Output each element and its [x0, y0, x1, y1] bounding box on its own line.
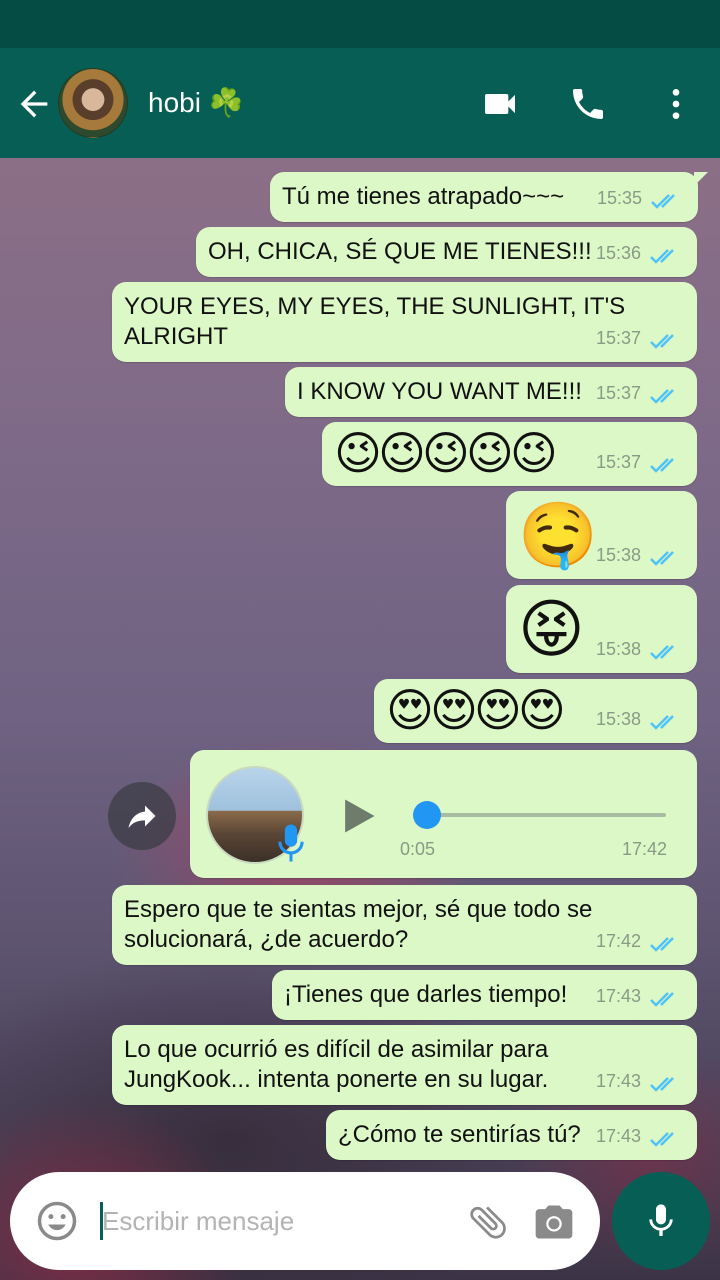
message-input[interactable]: Escribir mensaje	[102, 1206, 294, 1237]
message-time: 15:37	[595, 328, 641, 348]
voice-progress-knob[interactable]	[412, 801, 441, 829]
mic-icon	[278, 824, 304, 862]
double-check-icon	[650, 1077, 674, 1092]
message-time: 15:35	[596, 188, 642, 208]
back-arrow-icon[interactable]	[14, 84, 54, 124]
double-check-icon	[651, 194, 675, 209]
message-time: 15:38	[595, 545, 641, 565]
double-check-icon	[650, 458, 674, 473]
voice-note-bubble[interactable]: 0:05 17:42	[190, 750, 697, 878]
voice-elapsed: 0:05	[400, 839, 436, 859]
more-vert-icon[interactable]	[656, 84, 696, 124]
chat-header: hobi ☘️	[0, 48, 720, 158]
message-bubble[interactable]: 🤤 15:38	[506, 491, 697, 579]
message-bubble[interactable]: OH, CHICA, SÉ QUE ME TIENES!!! 15:36	[196, 227, 697, 277]
message-bubble[interactable]: ¿Cómo te sentirías tú? 17:43	[326, 1110, 697, 1160]
emoji-text: 😍😍😍😍	[386, 684, 566, 736]
message-time: 15:38	[595, 709, 641, 729]
contact-avatar[interactable]	[58, 68, 128, 138]
forward-button[interactable]	[108, 782, 176, 850]
forward-icon	[128, 805, 156, 828]
message-input-bar: Escribir mensaje	[10, 1172, 600, 1270]
message-time: 17:43	[595, 1071, 641, 1091]
voice-time: 17:42	[621, 839, 667, 859]
double-check-icon	[650, 389, 674, 404]
message-time: 15:37	[595, 452, 641, 472]
message-bubble[interactable]: Lo que ocurrió es difícil de asimilar pa…	[112, 1025, 697, 1105]
message-bubble[interactable]: YOUR EYES, MY EYES, THE SUNLIGHT, IT'S A…	[112, 282, 697, 362]
double-check-icon	[650, 334, 674, 349]
bubble-tail	[694, 172, 708, 186]
double-check-icon	[650, 992, 674, 1007]
contact-name[interactable]: hobi ☘️	[148, 86, 244, 119]
double-check-icon	[650, 1132, 674, 1147]
camera-icon[interactable]	[532, 1200, 576, 1244]
emoji-icon[interactable]	[36, 1200, 78, 1242]
message-time: 15:36	[595, 243, 641, 263]
message-bubble[interactable]: 😉😉😉😉😉 15:37	[322, 422, 697, 486]
voice-record-button[interactable]	[612, 1172, 710, 1270]
double-check-icon	[650, 249, 674, 264]
message-bubble[interactable]: 😝 15:38	[506, 585, 697, 673]
message-bubble[interactable]: Tú me tienes atrapado~~~ 15:35	[270, 172, 708, 222]
double-check-icon	[650, 715, 674, 730]
voice-progress-track[interactable]	[414, 813, 666, 817]
message-bubble[interactable]: I KNOW YOU WANT ME!!! 15:37	[285, 367, 697, 417]
status-bar	[0, 0, 720, 48]
message-bubble[interactable]: ¡Tienes que darles tiempo! 17:43	[272, 970, 697, 1020]
message-time: 15:37	[595, 383, 641, 403]
mic-icon	[649, 1204, 673, 1236]
phone-icon[interactable]	[568, 84, 608, 124]
message-bubble[interactable]: 😍😍😍😍 15:38	[374, 679, 697, 743]
message-time: 17:43	[595, 1126, 641, 1146]
video-call-icon[interactable]	[480, 84, 520, 124]
message-time: 17:43	[595, 986, 641, 1006]
play-icon[interactable]	[336, 794, 380, 838]
double-check-icon	[650, 645, 674, 660]
double-check-icon	[650, 937, 674, 952]
double-check-icon	[650, 551, 674, 566]
message-bubble[interactable]: Espero que te sientas mejor, sé que todo…	[112, 885, 697, 965]
message-time: 17:42	[595, 931, 641, 951]
message-time: 15:38	[595, 639, 641, 659]
attach-icon[interactable]	[466, 1200, 510, 1244]
